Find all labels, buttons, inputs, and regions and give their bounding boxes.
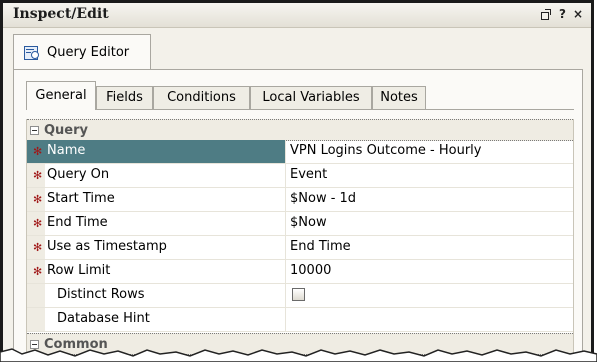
category-query-label: Query <box>44 122 89 138</box>
torn-edge <box>0 348 597 362</box>
property-value-cell[interactable]: End Time <box>286 236 573 259</box>
property-name-cell[interactable]: ✻ End Time <box>27 212 286 235</box>
tab-local-variables[interactable]: Local Variables <box>250 86 372 109</box>
property-label: Use as Timestamp <box>47 239 167 254</box>
property-name-cell[interactable]: Database Hint <box>27 308 286 331</box>
property-label: Query On <box>47 167 110 182</box>
property-value: $Now <box>290 215 327 230</box>
required-icon: ✻ <box>33 265 43 278</box>
property-label: End Time <box>47 215 108 230</box>
property-value-cell[interactable]: Event <box>286 164 573 187</box>
row-gutter <box>27 284 45 307</box>
property-value: $Now - 1d <box>290 191 357 206</box>
property-value-cell[interactable] <box>286 284 573 307</box>
tabs-divider <box>26 109 574 110</box>
property-value: Event <box>290 167 328 182</box>
required-icon: ✻ <box>33 193 43 206</box>
tab-query-editor-label: Query Editor <box>47 45 130 60</box>
help-icon[interactable]: ? <box>559 7 566 21</box>
property-grid: Query ✻ Name VPN Logins Outcome - Hourly… <box>26 119 574 362</box>
property-name-cell[interactable]: ✻ Use as Timestamp <box>27 236 286 259</box>
property-value-cell[interactable]: VPN Logins Outcome - Hourly <box>286 140 573 163</box>
category-query[interactable]: Query <box>27 119 573 141</box>
editor-content: General Fields Conditions Local Variable… <box>13 69 583 362</box>
property-name-cell[interactable]: ✻ Row Limit <box>27 260 286 283</box>
required-icon: ✻ <box>33 217 43 230</box>
property-row-start-time[interactable]: ✻ Start Time $Now - 1d <box>27 188 573 212</box>
property-label: Row Limit <box>47 263 111 278</box>
title-bar: Inspect/Edit ? × <box>3 3 591 28</box>
query-editor-icon <box>24 45 40 60</box>
collapse-icon[interactable] <box>30 125 39 135</box>
distinct-rows-checkbox[interactable] <box>292 288 305 301</box>
window-title: Inspect/Edit <box>13 6 109 22</box>
float-window-icon[interactable] <box>540 8 552 20</box>
property-row-query-on[interactable]: ✻ Query On Event <box>27 164 573 188</box>
property-label: Database Hint <box>57 311 150 326</box>
property-value-cell[interactable]: $Now - 1d <box>286 188 573 211</box>
property-label: Start Time <box>47 191 115 206</box>
required-icon: ✻ <box>33 169 43 182</box>
tab-notes[interactable]: Notes <box>372 86 426 109</box>
property-label: Distinct Rows <box>57 287 145 302</box>
property-name-cell[interactable]: Distinct Rows <box>27 284 286 307</box>
row-gutter <box>27 308 45 331</box>
tab-general[interactable]: General <box>26 81 96 110</box>
property-label: Name <box>47 143 86 158</box>
property-value: End Time <box>290 239 351 254</box>
required-icon: ✻ <box>33 241 43 254</box>
tab-conditions[interactable]: Conditions <box>153 86 250 109</box>
property-name-cell[interactable]: ✻ Query On <box>27 164 286 187</box>
property-name-cell[interactable]: ✻ Name <box>27 140 286 163</box>
property-row-row-limit[interactable]: ✻ Row Limit 10000 <box>27 260 573 284</box>
property-value-cell[interactable]: 10000 <box>286 260 573 283</box>
property-value: 10000 <box>290 263 332 278</box>
required-icon: ✻ <box>33 145 43 158</box>
tab-fields[interactable]: Fields <box>96 86 153 109</box>
property-value: VPN Logins Outcome - Hourly <box>290 143 482 158</box>
property-row-database-hint[interactable]: Database Hint <box>27 308 573 332</box>
property-name-cell[interactable]: ✻ Start Time <box>27 188 286 211</box>
tab-query-editor[interactable]: Query Editor <box>13 34 151 70</box>
property-row-distinct-rows[interactable]: Distinct Rows <box>27 284 573 308</box>
property-row-name[interactable]: ✻ Name VPN Logins Outcome - Hourly <box>27 140 573 164</box>
property-value-cell[interactable] <box>286 308 573 331</box>
property-value-cell[interactable]: $Now <box>286 212 573 235</box>
inspect-edit-panel: Inspect/Edit ? × Query Editor General Fi… <box>0 0 594 362</box>
window-controls: ? × <box>540 7 583 21</box>
property-row-use-as-timestamp[interactable]: ✻ Use as Timestamp End Time <box>27 236 573 260</box>
close-icon[interactable]: × <box>573 7 583 21</box>
property-row-end-time[interactable]: ✻ End Time $Now <box>27 212 573 236</box>
